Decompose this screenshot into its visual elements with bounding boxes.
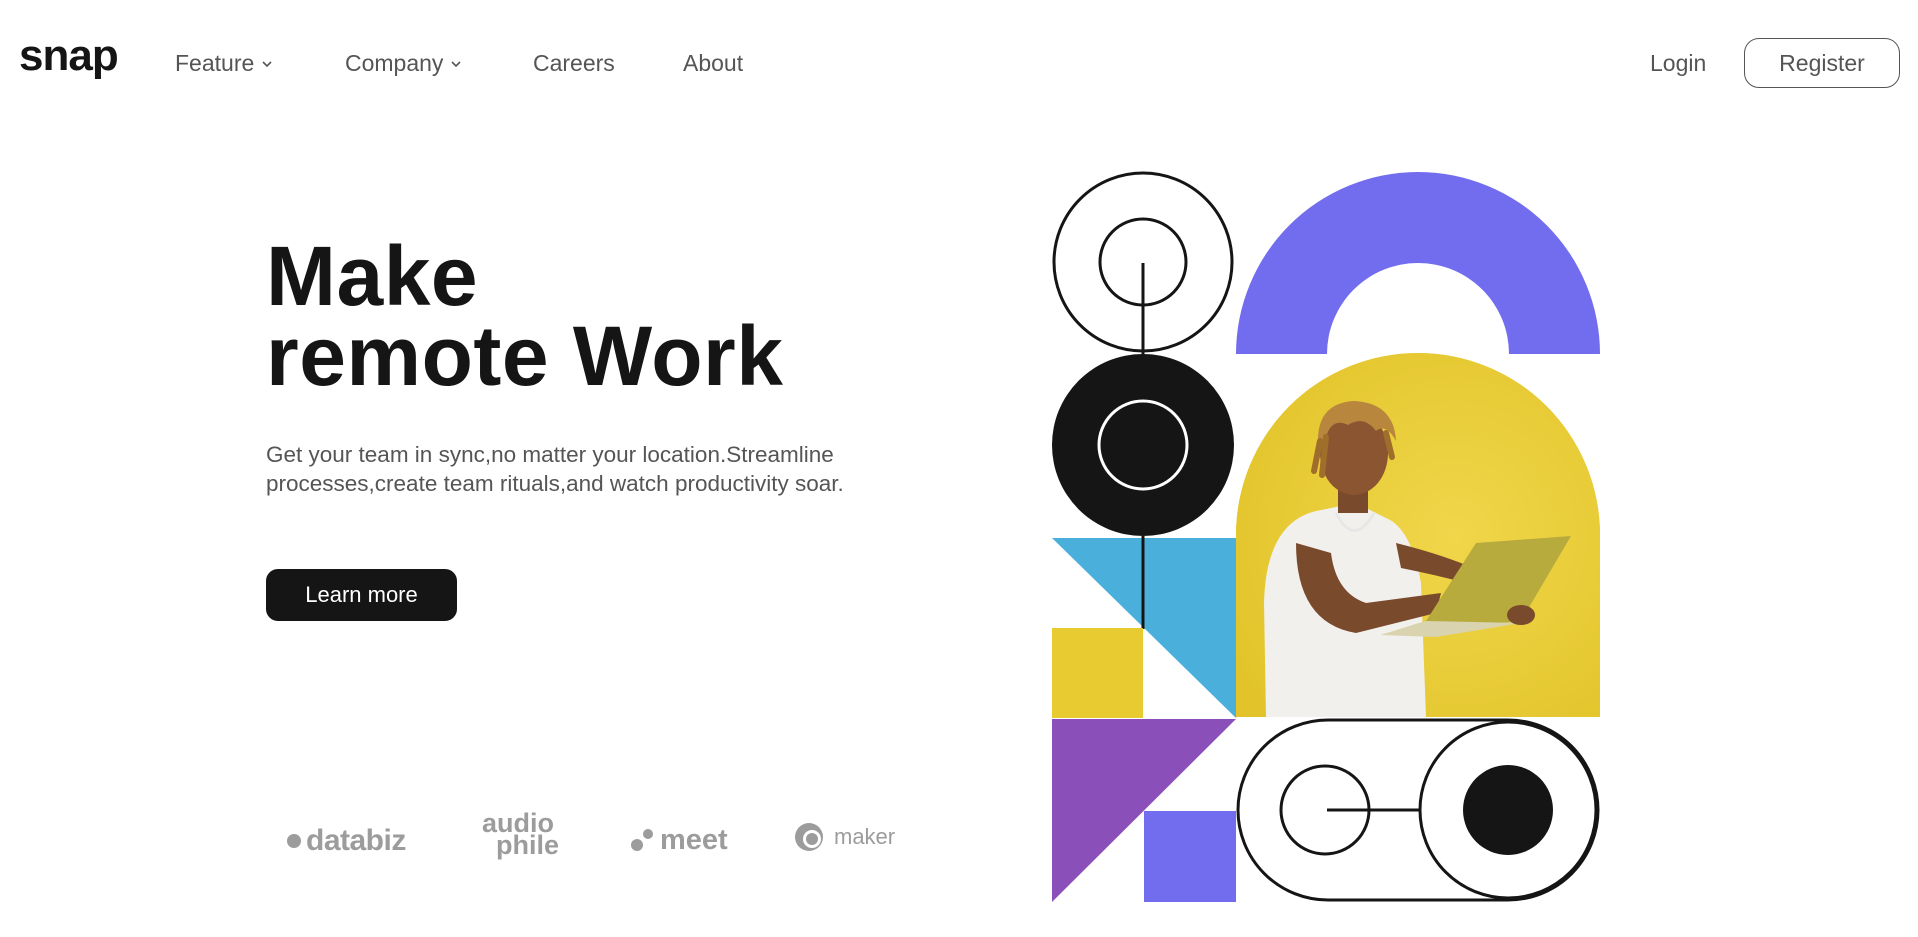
client-logo-audiophile: audio phile (482, 810, 560, 860)
purple-square-icon (1144, 811, 1236, 902)
hero-photo (1236, 353, 1600, 717)
databiz-dot-icon (287, 834, 301, 848)
chevron-down-icon (262, 60, 272, 67)
pill-toggle-icon (1236, 718, 1600, 902)
ring-with-line-icon (1052, 171, 1234, 355)
client-logo-label: meet (660, 824, 728, 856)
purple-arch-icon (1236, 172, 1600, 354)
hero-description: Get your team in sync,no matter your loc… (266, 442, 844, 496)
client-logo-meet: meet (630, 824, 728, 857)
nav-item-about[interactable]: About (683, 50, 743, 77)
nav-item-label: Feature (175, 50, 255, 76)
nav-item-label: Careers (533, 50, 615, 76)
client-logo-databiz: databiz (286, 824, 406, 858)
chevron-down-icon (451, 60, 462, 67)
black-circle-icon (1052, 354, 1234, 536)
register-button[interactable]: Register (1744, 38, 1900, 88)
client-logo-label: phile (496, 830, 560, 860)
learn-more-button[interactable]: Learn more (266, 569, 457, 621)
hero-title: Make remote Work (266, 229, 784, 403)
nav-item-careers[interactable]: Careers (533, 50, 615, 77)
hero-title-line-1: Make (266, 229, 479, 323)
login-link[interactable]: Login (1650, 50, 1706, 77)
nav-item-label: About (683, 50, 744, 76)
meet-dots-icon (631, 828, 653, 851)
yellow-square-icon (1052, 628, 1143, 718)
client-logo-maker: maker (794, 822, 895, 852)
nav-item-company[interactable]: Company (345, 50, 462, 77)
hero-illustration (1052, 170, 1600, 902)
client-logo-label: databiz (306, 824, 406, 857)
nav-item-label: Company (345, 50, 444, 76)
brand-logo[interactable]: snap (19, 34, 119, 78)
person-with-laptop-image (1236, 353, 1600, 717)
client-logo-label: maker (834, 824, 896, 849)
maker-swirl-icon (795, 823, 823, 851)
nav-item-feature[interactable]: Feature (175, 50, 272, 77)
hero-title-line-2: remote Work (266, 309, 784, 403)
